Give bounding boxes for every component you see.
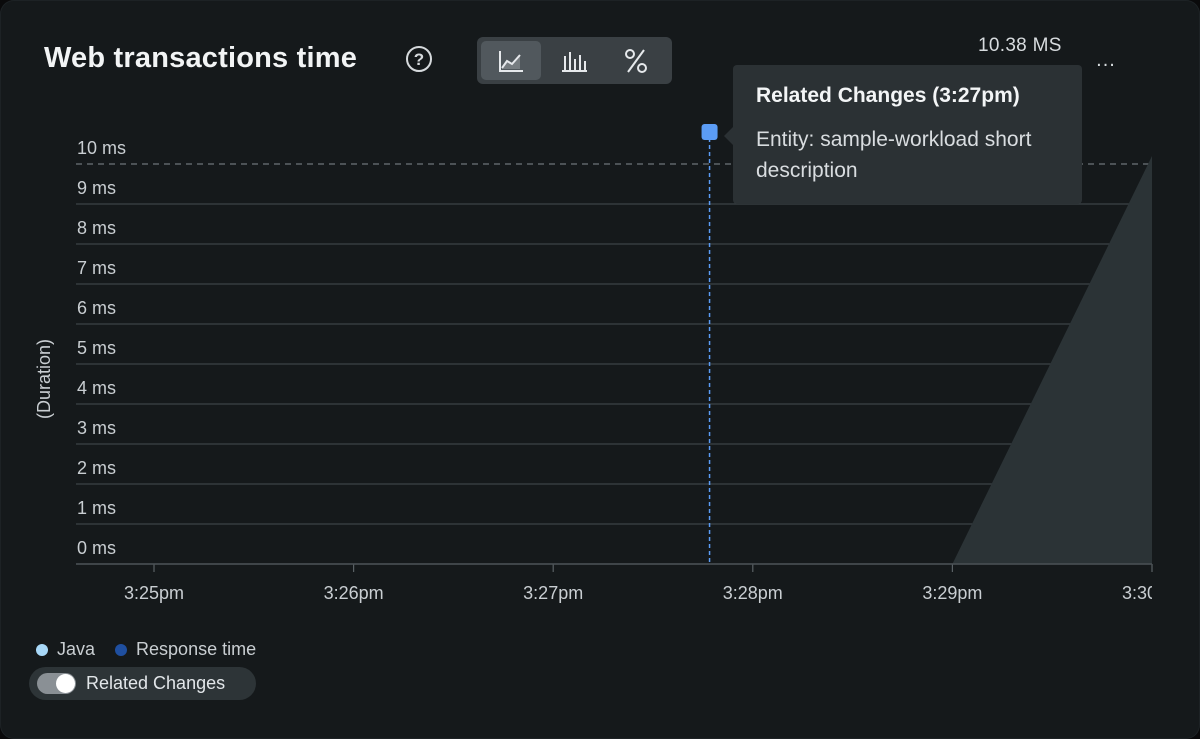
tooltip-body: Entity: sample-workload short descriptio… bbox=[756, 128, 1032, 182]
legend: Java Response time bbox=[36, 639, 276, 660]
x-tick-label: 3:30pm bbox=[1122, 583, 1182, 603]
toggle-knob bbox=[56, 674, 75, 693]
y-tick-label: 4 ms bbox=[77, 378, 116, 398]
area-series-response-time bbox=[952, 156, 1152, 564]
y-tick-label: 2 ms bbox=[77, 458, 116, 478]
y-tick-label: 7 ms bbox=[77, 258, 116, 278]
x-tick-label: 3:27pm bbox=[523, 583, 583, 603]
legend-dot-java bbox=[36, 643, 48, 656]
legend-item-response-time[interactable]: Response time bbox=[115, 639, 256, 660]
y-tick-label: 10 ms bbox=[77, 138, 126, 158]
related-changes-label: Related Changes bbox=[86, 673, 226, 693]
y-tick-label: 0 ms bbox=[77, 538, 116, 558]
legend-item-java[interactable]: Java bbox=[36, 639, 95, 660]
legend-label-java: Java bbox=[57, 639, 96, 659]
legend-label-response-time: Response time bbox=[136, 639, 257, 659]
y-tick-label: 6 ms bbox=[77, 298, 116, 318]
y-tick-label: 8 ms bbox=[77, 218, 116, 238]
x-tick-label: 3:26pm bbox=[324, 583, 384, 603]
related-changes-tooltip: Related Changes (3:27pm) Entity: sample-… bbox=[724, 65, 1082, 204]
toggle-switch[interactable] bbox=[37, 673, 76, 694]
y-tick-label: 3 ms bbox=[77, 418, 116, 438]
y-tick-label: 9 ms bbox=[77, 178, 116, 198]
y-axis-label: (Duration) bbox=[34, 339, 54, 419]
related-change-marker bbox=[701, 124, 718, 140]
y-tick-label: 1 ms bbox=[77, 498, 116, 518]
tooltip-title: Related Changes (3:27pm) bbox=[756, 84, 1020, 107]
x-tick-label: 3:25pm bbox=[124, 583, 184, 603]
y-tick-label: 5 ms bbox=[77, 338, 116, 358]
related-changes-toggle[interactable]: Related Changes bbox=[29, 667, 256, 700]
x-tick-label: 3:28pm bbox=[723, 583, 783, 603]
legend-dot-response-time bbox=[115, 643, 128, 656]
chart-card: Web transactions time ? 10.38 MS ... 0 m… bbox=[0, 0, 1200, 739]
x-tick-label: 3:29pm bbox=[922, 583, 982, 603]
